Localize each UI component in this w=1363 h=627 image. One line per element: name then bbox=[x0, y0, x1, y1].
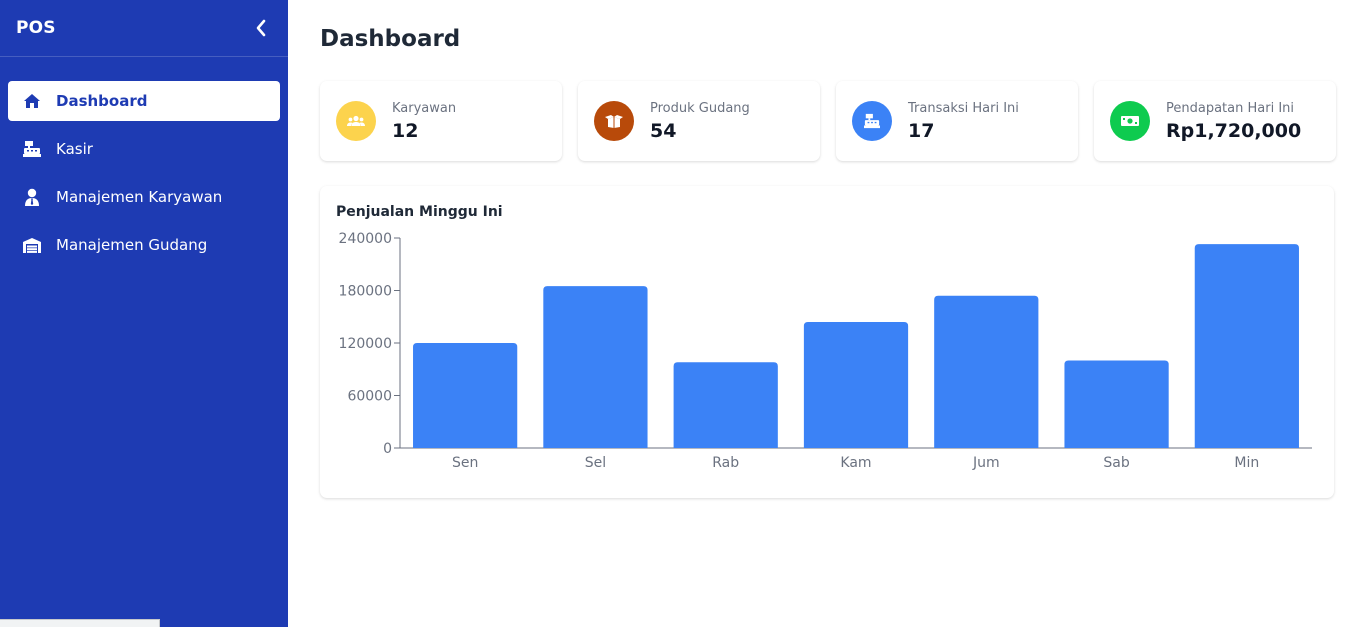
browser-status-bar bbox=[0, 619, 160, 627]
y-tick-label: 180000 bbox=[339, 284, 392, 300]
cash-register-icon bbox=[22, 139, 42, 159]
bar-sen[interactable] bbox=[413, 343, 518, 448]
x-tick-label: Jum bbox=[972, 455, 1000, 471]
y-tick-label: 0 bbox=[383, 441, 392, 457]
sidebar-item-dashboard[interactable]: Dashboard bbox=[8, 81, 280, 121]
page-title: Dashboard bbox=[320, 26, 461, 52]
stat-value: Rp1,720,000 bbox=[1166, 119, 1302, 142]
x-tick-label: Rab bbox=[712, 455, 739, 471]
cash-register-icon bbox=[864, 113, 880, 129]
y-tick-label: 60000 bbox=[347, 389, 392, 405]
home-icon bbox=[22, 91, 42, 111]
stat-icon-circle bbox=[594, 101, 634, 141]
user-tie-icon bbox=[22, 187, 42, 207]
stat-icon-circle bbox=[336, 101, 376, 141]
sidebar-nav: Dashboard Kasir Manajemen Karyawan Manaj… bbox=[0, 57, 288, 265]
x-tick-label: Sab bbox=[1103, 455, 1129, 471]
bar-min[interactable] bbox=[1194, 244, 1299, 448]
brand-logo[interactable]: POS bbox=[16, 18, 56, 38]
bar-kam[interactable] bbox=[803, 322, 909, 448]
box-icon bbox=[605, 115, 623, 128]
x-tick-label: Sel bbox=[585, 455, 606, 471]
x-tick-label: Sen bbox=[452, 455, 478, 471]
stat-label: Produk Gudang bbox=[650, 100, 750, 116]
stat-card-transaksi: Transaksi Hari Ini 17 bbox=[836, 81, 1078, 161]
sidebar-item-manajemen-karyawan[interactable]: Manajemen Karyawan bbox=[8, 177, 280, 217]
sidebar: POS Dashboard Kasir Manajemen Karyawan M… bbox=[0, 0, 288, 627]
stat-card-karyawan: Karyawan 12 bbox=[320, 81, 562, 161]
stat-label: Karyawan bbox=[392, 100, 457, 116]
stat-value: 54 bbox=[650, 119, 677, 142]
bar-sab[interactable] bbox=[1064, 360, 1169, 449]
sidebar-item-manajemen-gudang[interactable]: Manajemen Gudang bbox=[8, 225, 280, 265]
chevron-left-icon bbox=[256, 19, 266, 37]
bar-rab[interactable] bbox=[673, 362, 778, 448]
bar-sel[interactable] bbox=[543, 286, 648, 448]
sidebar-item-label: Dashboard bbox=[56, 92, 148, 110]
collapse-sidebar-button[interactable] bbox=[251, 18, 271, 38]
stat-value: 17 bbox=[908, 119, 935, 142]
sidebar-item-label: Manajemen Karyawan bbox=[56, 188, 223, 206]
x-tick-label: Min bbox=[1234, 455, 1259, 471]
stat-label: Transaksi Hari Ini bbox=[908, 100, 1019, 116]
sales-chart-card: Penjualan Minggu Ini 0 60000 120000 180000 2… bbox=[320, 186, 1334, 498]
stat-text: Produk Gudang 54 bbox=[650, 101, 750, 142]
stat-text: Transaksi Hari Ini 17 bbox=[908, 101, 1019, 142]
users-icon bbox=[347, 115, 365, 126]
stat-card-pendapatan: Pendapatan Hari Ini Rp1,720,000 bbox=[1094, 81, 1336, 161]
stat-icon-circle bbox=[1110, 101, 1150, 141]
y-tick-label: 120000 bbox=[339, 336, 392, 352]
stat-text: Pendapatan Hari Ini Rp1,720,000 bbox=[1166, 101, 1301, 142]
main-content: Dashboard Karyawan 12 Produk Gudang 54 T… bbox=[288, 0, 1363, 627]
y-tick-label: 240000 bbox=[339, 231, 392, 247]
stat-label: Pendapatan Hari Ini bbox=[1166, 100, 1295, 116]
sidebar-header: POS bbox=[0, 0, 288, 57]
stat-value: 12 bbox=[392, 119, 419, 142]
warehouse-icon bbox=[22, 235, 42, 255]
stat-text: Karyawan 12 bbox=[392, 101, 456, 142]
sidebar-item-label: Kasir bbox=[56, 140, 93, 158]
sidebar-item-kasir[interactable]: Kasir bbox=[8, 129, 280, 169]
stat-cards: Karyawan 12 Produk Gudang 54 Transaksi H… bbox=[320, 81, 1336, 161]
bar-jum[interactable] bbox=[934, 295, 1039, 448]
stat-card-produk-gudang: Produk Gudang 54 bbox=[578, 81, 820, 161]
money-bill-icon bbox=[1121, 116, 1139, 126]
sales-bar-chart: 0 60000 120000 180000 240000 Sen Sel Rab Kam Jum S… bbox=[339, 231, 1312, 471]
x-tick-label: Kam bbox=[840, 455, 871, 471]
stat-icon-circle bbox=[852, 101, 892, 141]
sidebar-item-label: Manajemen Gudang bbox=[56, 236, 208, 254]
